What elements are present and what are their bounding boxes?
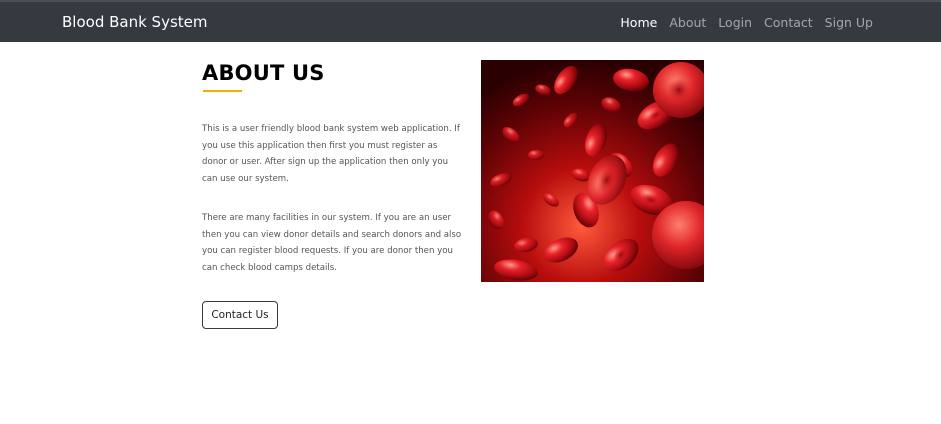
brand-logo-text[interactable]: Blood Bank System xyxy=(62,13,207,31)
page-title: ABOUT US xyxy=(202,61,325,85)
about-paragraph-2: There are many facilities in our system.… xyxy=(202,213,462,273)
nav-signup-link[interactable]: Sign Up xyxy=(825,15,873,30)
nav-links: Home About Login Contact Sign Up xyxy=(620,15,873,30)
contact-us-button[interactable]: Contact Us xyxy=(202,301,278,329)
nav-login-link[interactable]: Login xyxy=(718,15,752,30)
title-underline-divider xyxy=(203,90,242,92)
about-paragraph-1: This is a user friendly blood bank syste… xyxy=(202,124,460,184)
navbar: Blood Bank System Home About Login Conta… xyxy=(0,0,941,42)
red-blood-cells-image xyxy=(481,60,704,282)
nav-home-link[interactable]: Home xyxy=(620,15,657,30)
nav-contact-link[interactable]: Contact xyxy=(764,15,813,30)
nav-about-link[interactable]: About xyxy=(669,15,706,30)
